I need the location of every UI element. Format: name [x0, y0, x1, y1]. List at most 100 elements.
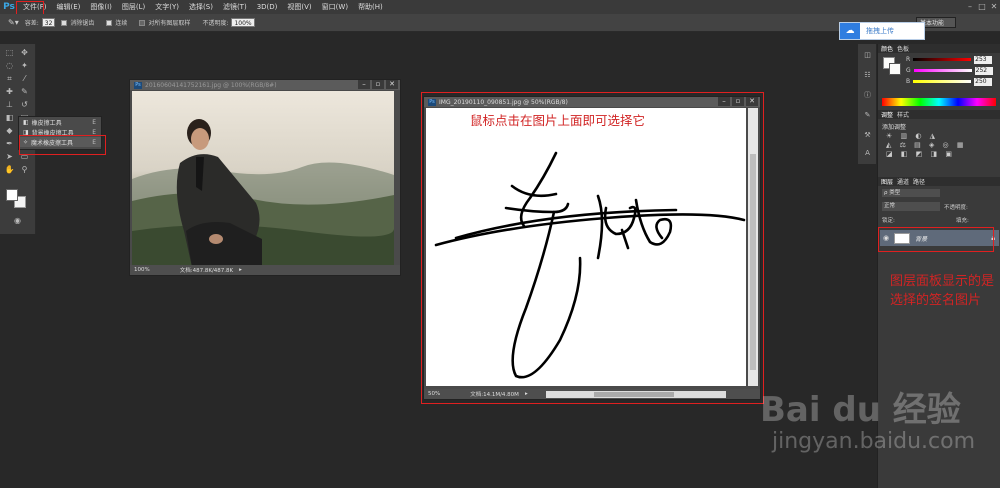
doc1-titlebar[interactable]: Ps 20160604141752161.jpg @ 100%(RGB/8#) …: [130, 80, 400, 90]
baidu-logo: Bai du 经验: [760, 390, 961, 430]
tab-paths[interactable]: 路径: [913, 177, 925, 186]
blue-slider[interactable]: [913, 80, 972, 83]
properties-panel-icon[interactable]: ☷: [862, 70, 873, 80]
pen-tool-icon[interactable]: ✒: [4, 139, 15, 149]
character-panel-icon[interactable]: A: [862, 148, 873, 158]
adjust-row-2[interactable]: ◭ ⚖ ▤ ◈ ◎ ▦: [886, 141, 996, 150]
history-brush-icon[interactable]: ↺: [19, 100, 30, 110]
brush-tool-icon[interactable]: ✎: [19, 87, 30, 97]
menu-edit[interactable]: 编辑(E): [52, 0, 86, 14]
adjust-row-1[interactable]: ☀ ▥ ◐ ◮: [886, 132, 996, 141]
healing-brush-icon[interactable]: ✚: [4, 87, 15, 97]
menu-select[interactable]: 选择(S): [184, 0, 218, 14]
doc1-canvas-photo[interactable]: [132, 91, 394, 267]
menu-3d[interactable]: 3D(D): [252, 0, 283, 14]
color-spectrum[interactable]: [882, 98, 996, 106]
path-select-icon[interactable]: ➤: [4, 152, 15, 162]
highlight-layer-row: [878, 227, 994, 252]
foreground-color-swatch[interactable]: [6, 189, 18, 201]
doc1-close-icon[interactable]: ✕: [386, 80, 398, 89]
blue-value[interactable]: 250: [974, 77, 993, 86]
blur-tool-icon[interactable]: ◆: [4, 126, 15, 136]
menu-type[interactable]: 文字(Y): [150, 0, 184, 14]
magic-wand-icon[interactable]: ✦: [19, 61, 30, 71]
eraser-tool-icon[interactable]: ◧: [4, 113, 15, 123]
doc1-status-arrow-icon[interactable]: ▸: [239, 267, 242, 273]
baidu-url: jingyan.baidu.com: [772, 429, 976, 454]
doc1-ps-icon: Ps: [134, 81, 142, 89]
history-panel-icon[interactable]: ◫: [862, 50, 873, 60]
minimize-icon[interactable]: –: [964, 2, 976, 12]
lasso-tool-icon[interactable]: ◌: [4, 61, 15, 71]
blue-label: B: [906, 78, 911, 85]
magic-eraser-tool-icon[interactable]: ✎▾: [8, 18, 19, 27]
antialias-checkbox[interactable]: [61, 19, 68, 26]
marquee-tool-icon[interactable]: ⬚: [4, 48, 15, 58]
tab-layers[interactable]: 图层: [881, 177, 893, 186]
red-value[interactable]: 253: [974, 55, 993, 64]
adjustment-icons: ☀ ▥ ◐ ◮ ◭ ⚖ ▤ ◈ ◎ ▦ ◪ ◧ ◩ ◨ ▣: [886, 132, 996, 159]
layer-kind-filter[interactable]: ρ 类型: [882, 189, 940, 197]
baidu-jingyan-watermark: Bai du 经验 jingyan.baidu.com: [760, 382, 990, 472]
lock-label: 锁定:: [882, 218, 895, 224]
highlight-signature-window: [421, 92, 764, 404]
tolerance-input[interactable]: 32: [41, 18, 56, 27]
tolerance-label: 容差:: [24, 20, 39, 27]
blend-mode-select[interactable]: 正常: [882, 202, 940, 211]
tab-channels[interactable]: 通道: [897, 177, 909, 186]
crop-tool-icon[interactable]: ⌗: [4, 74, 15, 84]
document-window-photo[interactable]: Ps 20160604141752161.jpg @ 100%(RGB/8#) …: [129, 79, 401, 276]
color-panel-tabs: 颜色 色板: [878, 44, 1000, 53]
move-tool-icon[interactable]: ✥: [19, 48, 30, 58]
add-adjustment-label: 添加调整: [882, 124, 907, 131]
info-panel-icon[interactable]: ⓘ: [862, 90, 873, 100]
tab-styles[interactable]: 样式: [897, 110, 909, 119]
antialias-label: 消除锯齿: [70, 20, 95, 27]
menu-help[interactable]: 帮助(H): [353, 0, 388, 14]
maximize-icon[interactable]: □: [976, 2, 988, 12]
fill-label: 填充:: [956, 218, 969, 224]
red-slider-row: R 253: [878, 54, 1000, 65]
blue-slider-row: B 250: [878, 76, 1000, 87]
stamp-tool-icon[interactable]: ⊥: [4, 100, 15, 110]
tab-adjustments[interactable]: 调整: [881, 110, 893, 119]
menu-view[interactable]: 视图(V): [282, 0, 316, 14]
baidu-cloud-icon: ☁: [840, 23, 860, 39]
quick-mask-icon[interactable]: ◉: [12, 216, 23, 226]
doc1-title: 20160604141752161.jpg @ 100%(RGB/8#): [145, 81, 277, 89]
menu-image[interactable]: 图像(I): [85, 0, 117, 14]
eyedropper-icon[interactable]: ⁄: [19, 74, 30, 84]
red-slider[interactable]: [913, 58, 972, 61]
contiguous-checkbox[interactable]: [106, 19, 113, 26]
doc1-zoom[interactable]: 100%: [134, 267, 150, 273]
adjust-panel-tabs: 调整 样式: [878, 110, 1000, 119]
doc1-restore-icon[interactable]: ▫: [372, 80, 384, 89]
green-label: G: [906, 67, 911, 74]
sample-all-checkbox[interactable]: [139, 19, 146, 26]
hand-tool-icon[interactable]: ✋: [4, 165, 15, 175]
menu-window[interactable]: 窗口(W): [317, 0, 353, 14]
green-value[interactable]: 252: [974, 66, 993, 75]
tab-color[interactable]: 颜色: [881, 44, 893, 53]
brush-panel-icon[interactable]: ✎: [862, 110, 873, 120]
eraser-icon: ◧: [23, 118, 29, 126]
layers-hint-annotation: 图层面板显示的是选择的签名图片: [890, 274, 995, 308]
tab-swatches[interactable]: 色板: [897, 44, 909, 53]
menu-layer[interactable]: 图层(L): [117, 0, 150, 14]
green-slider[interactable]: [913, 69, 972, 72]
close-icon[interactable]: ✕: [988, 2, 1000, 12]
cloud-upload-label: 拖拽上传: [866, 27, 894, 35]
menu-filter[interactable]: 滤镜(T): [218, 0, 252, 14]
photoshop-window: Ps 文件(F) 编辑(E) 图像(I) 图层(L) 文字(Y) 选择(S) 滤…: [0, 0, 1000, 488]
adjust-row-3[interactable]: ◪ ◧ ◩ ◨ ▣: [886, 150, 996, 159]
flyout-item-eraser[interactable]: ◧ 橡皮擦工具 E: [19, 117, 101, 127]
doc1-doc-info: 文档:487.8K/487.8K: [179, 268, 234, 274]
doc1-minimize-icon[interactable]: –: [358, 80, 370, 89]
layers-panel-tabs: 图层 通道 路径: [878, 177, 1000, 186]
opacity-input[interactable]: 100%: [231, 18, 255, 27]
zoom-tool-icon[interactable]: ⚲: [19, 165, 30, 175]
menu-bar: Ps 文件(F) 编辑(E) 图像(I) 图层(L) 文字(Y) 选择(S) 滤…: [0, 0, 1000, 14]
contiguous-label: 连续: [115, 20, 128, 27]
cloud-upload-button[interactable]: ☁ 拖拽上传: [839, 22, 925, 40]
tool-presets-icon[interactable]: ⚒: [862, 130, 873, 140]
